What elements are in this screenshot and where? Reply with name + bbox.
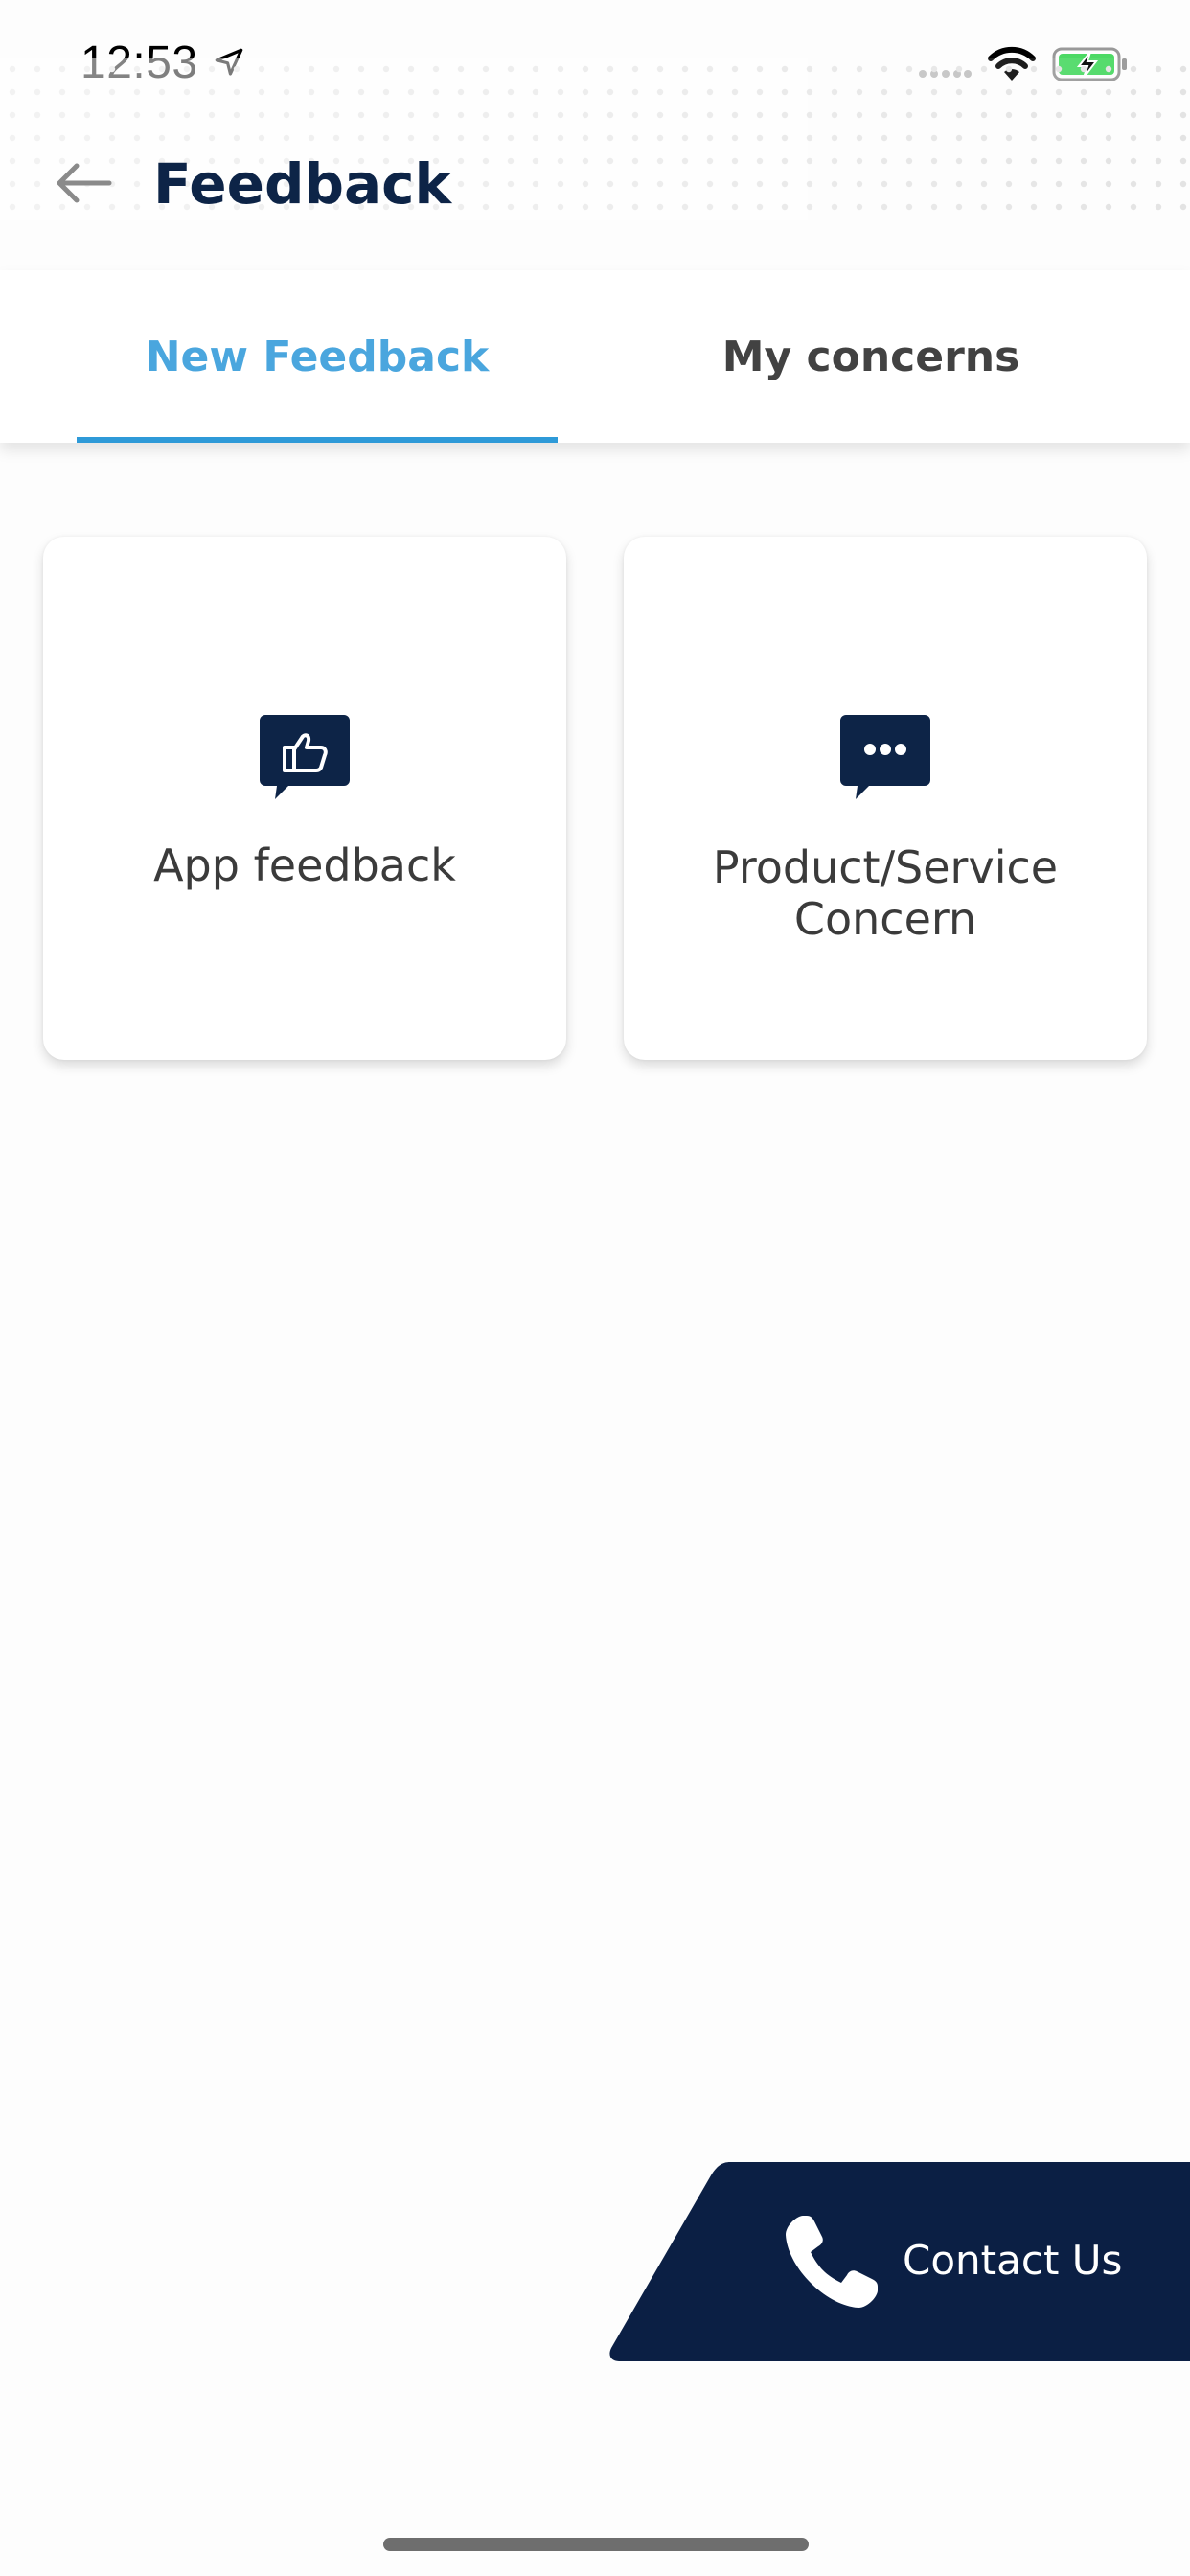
- arrow-left-icon[interactable]: [54, 161, 113, 205]
- contact-us-label: Contact Us: [903, 2237, 1123, 2284]
- tab-my-concerns[interactable]: My concerns: [636, 270, 1106, 443]
- page-title: Feedback: [153, 151, 452, 217]
- active-tab-indicator: [77, 437, 558, 443]
- app-feedback-card[interactable]: App feedback: [43, 537, 566, 1060]
- product-service-label-line1: Product/Service: [712, 841, 1059, 893]
- product-service-concern-label: Product/Service Concern: [643, 841, 1128, 945]
- contact-us-button[interactable]: Contact Us: [607, 2162, 1190, 2361]
- app-feedback-label: App feedback: [153, 840, 456, 891]
- product-service-concern-card[interactable]: Product/Service Concern: [624, 537, 1147, 1060]
- tab-bar: New Feedback My concerns: [0, 270, 1190, 443]
- tab-new-feedback[interactable]: New Feedback: [77, 270, 558, 443]
- phone-icon: [786, 2216, 878, 2308]
- thumbs-up-chat-icon: [260, 715, 350, 799]
- home-indicator[interactable]: [383, 2538, 809, 2551]
- product-service-label-line2: Concern: [793, 893, 977, 945]
- chat-ellipsis-icon: [840, 715, 930, 799]
- app-header: Feedback: [0, 0, 1190, 268]
